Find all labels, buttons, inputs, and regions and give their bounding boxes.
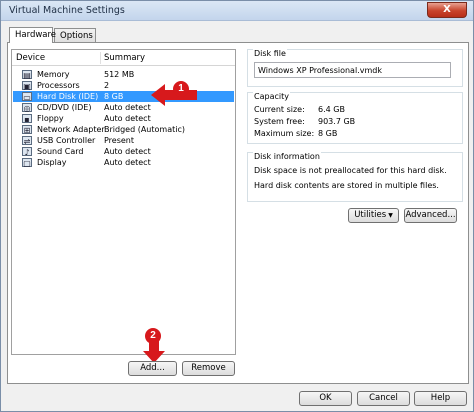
advanced-button[interactable]: Advanced... [404,208,457,223]
device-name: USB Controller [37,136,96,145]
cd-dvd-icon: ◎ [22,103,32,113]
device-summary: Auto detect [104,114,151,123]
tab-options[interactable]: Options [54,28,96,43]
device-summary: 512 MB [104,70,135,79]
chevron-down-icon: ▼ [388,212,393,219]
floppy-icon: ▪ [22,114,32,124]
device-row-usb-controller[interactable]: ⇌ USB Controller Present [13,135,234,146]
device-name: Memory [37,70,70,79]
disk-file-group: Disk file [247,49,463,87]
disk-info-line: Disk space is not preallocated for this … [254,166,447,175]
title-bar[interactable]: Virtual Machine Settings X [1,1,473,21]
device-summary: 2 [104,81,110,90]
device-name: Display [37,158,67,167]
disk-information-label: Disk information [253,152,321,161]
device-list[interactable]: Device Summary ▤ Memory 512 MB ▣ Process… [11,49,236,355]
column-divider[interactable] [100,52,101,64]
device-row-cd-dvd[interactable]: ◎ CD/DVD (IDE) Auto detect [13,102,234,113]
device-row-memory[interactable]: ▤ Memory 512 MB [13,69,234,80]
capacity-row-maximum-size: Maximum size: 8 GB [254,129,337,138]
network-adapter-icon: ⊞ [22,125,32,135]
usb-controller-icon: ⇌ [22,136,32,146]
device-row-floppy[interactable]: ▪ Floppy Auto detect [13,113,234,124]
step-1-badge: 1 [173,81,189,97]
disk-info-line: Hard disk contents are stored in multipl… [254,181,439,190]
memory-icon: ▤ [22,70,32,80]
disk-information-group: Disk information Disk space is not preal… [247,152,463,202]
remove-button[interactable]: Remove [182,361,235,376]
capacity-row-label: Current size: [254,105,305,114]
device-list-header: Device Summary [12,50,235,66]
device-row-display[interactable]: ▢ Display Auto detect [13,157,234,168]
step-2-arrow-icon [143,341,165,363]
device-row-sound-card[interactable]: ♪ Sound Card Auto detect [13,146,234,157]
device-name: Floppy [37,114,64,123]
device-summary: Present [104,136,135,145]
capacity-label: Capacity [253,92,290,101]
capacity-row-label: Maximum size: [254,129,315,138]
display-icon: ▢ [22,158,32,168]
tab-hardware[interactable]: Hardware [9,27,56,43]
device-summary: Auto detect [104,147,151,156]
device-row-hard-disk[interactable]: ▭ Hard Disk (IDE) 8 GB [13,91,234,102]
ok-button[interactable]: OK [299,391,352,406]
utilities-button-label: Utilities [354,210,387,220]
virtual-machine-settings-window: Virtual Machine Settings X Hardware Opti… [0,0,474,412]
device-name: CD/DVD (IDE) [37,103,92,112]
add-button[interactable]: Add... [128,361,177,376]
device-name: Hard Disk (IDE) [37,92,99,101]
device-name: Processors [37,81,80,90]
window-title: Virtual Machine Settings [9,5,125,16]
device-name: Network Adapter [37,125,105,134]
disk-file-input[interactable] [254,62,451,78]
hard-disk-icon: ▭ [22,92,32,102]
capacity-row-value: 6.4 GB [318,105,345,114]
capacity-row-current-size: Current size: 6.4 GB [254,105,345,114]
device-summary: 8 GB [104,92,124,101]
device-row-network-adapter[interactable]: ⊞ Network Adapter Bridged (Automatic) [13,124,234,135]
capacity-group: Capacity Current size: 6.4 GB System free… [247,92,463,144]
disk-file-label: Disk file [253,49,287,58]
close-icon: X [443,4,451,15]
utilities-button[interactable]: Utilities ▼ [348,208,399,223]
column-header-summary[interactable]: Summary [104,53,145,63]
close-button[interactable]: X [427,2,467,18]
processor-icon: ▣ [22,81,32,91]
device-row-processors[interactable]: ▣ Processors 2 [13,80,234,91]
capacity-row-value: 8 GB [318,129,338,138]
capacity-row-system-free: System free: 903.7 GB [254,117,355,126]
device-summary: Auto detect [104,103,151,112]
capacity-row-label: System free: [254,117,305,126]
device-name: Sound Card [37,147,84,156]
device-summary: Bridged (Automatic) [104,125,185,134]
sound-card-icon: ♪ [22,147,32,157]
column-header-device[interactable]: Device [16,53,45,63]
capacity-row-value: 903.7 GB [318,117,356,126]
device-summary: Auto detect [104,158,151,167]
cancel-button[interactable]: Cancel [357,391,410,406]
help-button[interactable]: Help [414,391,467,406]
